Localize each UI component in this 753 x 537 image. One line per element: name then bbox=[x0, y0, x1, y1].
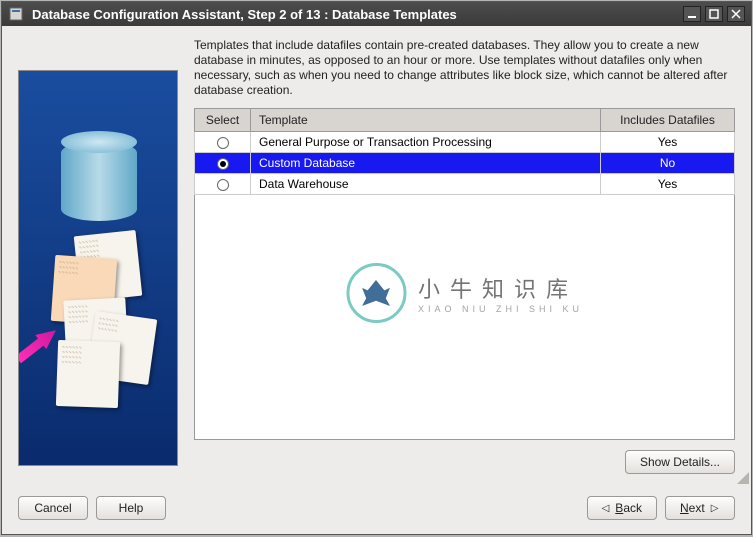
includes-datafiles: Yes bbox=[601, 174, 735, 195]
watermark: 小牛知识库 XIAO NIU ZHI SHI KU bbox=[346, 263, 583, 323]
close-button[interactable] bbox=[727, 6, 745, 22]
watermark-text: 小牛知识库 XIAO NIU ZHI SHI KU bbox=[418, 272, 583, 314]
window-controls bbox=[683, 6, 745, 22]
database-icon bbox=[61, 141, 137, 221]
template-name: Custom Database bbox=[251, 153, 601, 174]
maximize-button[interactable] bbox=[705, 6, 723, 22]
app-icon bbox=[8, 6, 24, 22]
chevron-left-icon: ◁ bbox=[602, 503, 610, 514]
next-button[interactable]: Next ▷ bbox=[665, 496, 735, 520]
paper-icon: ∿∿∿∿∿∿∿∿∿∿∿∿∿∿∿∿∿∿∿∿∿∿∿∿ bbox=[56, 340, 120, 408]
help-button[interactable]: Help bbox=[96, 496, 166, 520]
radio-button[interactable] bbox=[217, 179, 229, 191]
window-title: Database Configuration Assistant, Step 2… bbox=[32, 7, 683, 22]
col-header-includes: Includes Datafiles bbox=[601, 109, 735, 132]
titlebar[interactable]: Database Configuration Assistant, Step 2… bbox=[2, 2, 751, 26]
table-row[interactable]: Data Warehouse Yes bbox=[195, 174, 735, 195]
radio-button[interactable] bbox=[217, 137, 229, 149]
includes-datafiles: Yes bbox=[601, 132, 735, 153]
template-table: Select Template Includes Datafiles Gener… bbox=[194, 108, 735, 195]
details-row: Show Details... bbox=[194, 450, 735, 474]
watermark-cn: 小牛知识库 bbox=[418, 272, 583, 304]
cancel-button[interactable]: Cancel bbox=[18, 496, 88, 520]
arrow-icon bbox=[18, 323, 61, 367]
watermark-en: XIAO NIU ZHI SHI KU bbox=[418, 304, 583, 314]
includes-datafiles: No bbox=[601, 153, 735, 174]
table-row[interactable]: General Purpose or Transaction Processin… bbox=[195, 132, 735, 153]
back-label: ack bbox=[623, 501, 642, 515]
watermark-logo bbox=[346, 263, 406, 323]
next-label: ext bbox=[689, 501, 705, 515]
upper-area: ∿∿∿∿∿∿∿∿∿∿∿∿∿∿∿∿∿∿∿∿∿∿∿∿ ∿∿∿∿∿∿∿∿∿∿∿∿∿∿∿… bbox=[18, 38, 735, 474]
content-whitespace: 小牛知识库 XIAO NIU ZHI SHI KU bbox=[194, 195, 735, 440]
wizard-illustration: ∿∿∿∿∿∿∿∿∿∿∿∿∿∿∿∿∿∿∿∿∿∿∿∿ ∿∿∿∿∿∿∿∿∿∿∿∿∿∿∿… bbox=[18, 70, 178, 466]
show-details-button[interactable]: Show Details... bbox=[625, 450, 735, 474]
chevron-right-icon: ▷ bbox=[711, 503, 719, 514]
table-row[interactable]: Custom Database No bbox=[195, 153, 735, 174]
footer: Cancel Help ◁ Back Next ▷ bbox=[2, 486, 751, 534]
minimize-button[interactable] bbox=[683, 6, 701, 22]
window: Database Configuration Assistant, Step 2… bbox=[1, 1, 752, 535]
radio-button[interactable] bbox=[217, 158, 229, 170]
instructions-text: Templates that include datafiles contain… bbox=[194, 38, 735, 98]
template-name: General Purpose or Transaction Processin… bbox=[251, 132, 601, 153]
col-header-select: Select bbox=[195, 109, 251, 132]
back-button[interactable]: ◁ Back bbox=[587, 496, 657, 520]
content-area: ∿∿∿∿∿∿∿∿∿∿∿∿∿∿∿∿∿∿∿∿∿∿∿∿ ∿∿∿∿∿∿∿∿∿∿∿∿∿∿∿… bbox=[2, 26, 751, 486]
resize-grip[interactable] bbox=[735, 470, 749, 484]
col-header-template: Template bbox=[251, 109, 601, 132]
template-name: Data Warehouse bbox=[251, 174, 601, 195]
main-panel: Templates that include datafiles contain… bbox=[194, 38, 735, 474]
